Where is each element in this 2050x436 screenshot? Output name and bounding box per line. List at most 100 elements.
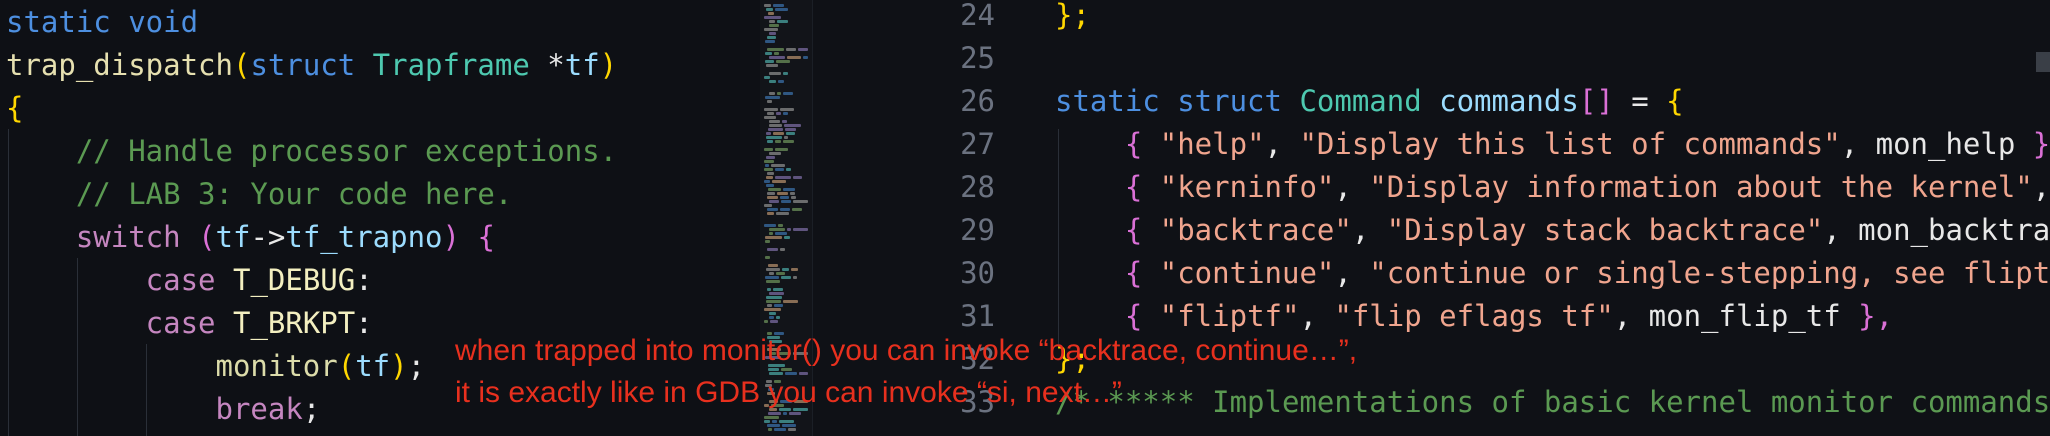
code-line: { "help", "Display this list of commands… bbox=[1055, 123, 2050, 166]
minimap-stroke bbox=[793, 200, 808, 203]
minimap-stroke bbox=[764, 168, 773, 171]
code-token: -> bbox=[250, 220, 286, 254]
minimap-stroke bbox=[775, 168, 784, 171]
code-line: }; bbox=[1055, 0, 1090, 37]
minimap-stroke bbox=[765, 96, 780, 99]
minimap-stroke bbox=[767, 208, 778, 211]
minimap-stroke bbox=[788, 428, 796, 431]
minimap-stroke bbox=[776, 112, 781, 115]
code-token: tf bbox=[355, 349, 391, 383]
code-token: { bbox=[1666, 84, 1684, 118]
minimap-stroke bbox=[773, 132, 784, 135]
code-token: T_DEBUG bbox=[232, 263, 356, 297]
code-token: { bbox=[1055, 127, 1160, 161]
code-token: trap_dispatch bbox=[6, 48, 233, 82]
minimap-stroke bbox=[766, 296, 782, 299]
code-token: struct bbox=[250, 48, 373, 82]
code-token: Command bbox=[1299, 84, 1440, 118]
minimap-stroke bbox=[793, 276, 797, 279]
code-line: break; bbox=[6, 388, 321, 431]
minimap-stroke bbox=[785, 128, 796, 131]
minimap-stroke bbox=[798, 48, 808, 51]
minimap-stroke bbox=[787, 228, 791, 231]
minimap-stroke bbox=[767, 48, 784, 51]
scrollbar-thumb[interactable] bbox=[2036, 52, 2050, 72]
code-token: ( bbox=[337, 349, 356, 383]
minimap-stroke bbox=[775, 148, 788, 151]
minimap-stroke bbox=[783, 112, 788, 115]
minimap-stroke bbox=[765, 60, 774, 63]
code-line: { "continue", "continue or single-steppi… bbox=[1055, 252, 2050, 295]
minimap-stroke bbox=[769, 316, 774, 319]
minimap-stroke bbox=[769, 72, 781, 75]
code-token: }, bbox=[2032, 127, 2050, 161]
minimap-stroke bbox=[768, 128, 783, 131]
minimap-stroke bbox=[783, 92, 793, 95]
code-token: ( bbox=[232, 48, 251, 82]
minimap-stroke bbox=[769, 228, 785, 231]
minimap-stroke bbox=[792, 208, 802, 211]
code-token: }; bbox=[1055, 0, 1090, 32]
code-token: }, bbox=[1858, 299, 1894, 333]
minimap-stroke bbox=[764, 108, 778, 111]
code-line: switch (tf->tf_trapno) { bbox=[6, 216, 495, 259]
minimap-stroke bbox=[769, 56, 785, 59]
minimap-stroke bbox=[767, 100, 772, 103]
minimap-stroke bbox=[767, 196, 778, 199]
line-number: 26 bbox=[960, 84, 995, 118]
minimap-stroke bbox=[786, 48, 796, 51]
minimap-stroke bbox=[764, 148, 773, 151]
code-line: { "backtrace", "Display stack backtrace"… bbox=[1055, 209, 2050, 252]
code-token: case bbox=[6, 263, 233, 297]
minimap-stroke bbox=[769, 272, 774, 275]
minimap-stroke bbox=[764, 76, 770, 79]
minimap-stroke bbox=[769, 20, 775, 23]
minimap-stroke bbox=[803, 56, 808, 59]
minimap-stroke bbox=[764, 16, 781, 19]
code-line: case T_BRKPT: bbox=[6, 302, 373, 345]
code-line: // LAB 3: Your code here. bbox=[6, 173, 513, 216]
minimap-stroke bbox=[765, 240, 770, 243]
code-token: , bbox=[1334, 256, 1370, 290]
code-token: "continue" bbox=[1159, 256, 1335, 290]
minimap-stroke bbox=[765, 236, 782, 239]
minimap-stroke bbox=[769, 232, 773, 235]
minimap-stroke bbox=[767, 424, 780, 427]
code-token: ) bbox=[442, 220, 460, 254]
minimap-stroke bbox=[778, 224, 783, 227]
line-number: 25 bbox=[960, 41, 995, 75]
minimap-stroke bbox=[769, 80, 776, 83]
code-token: * bbox=[547, 48, 565, 82]
minimap-stroke bbox=[776, 272, 785, 275]
code-token: [] bbox=[1578, 84, 1614, 118]
code-line: static void bbox=[6, 1, 198, 44]
minimap-stroke bbox=[769, 120, 780, 123]
minimap-stroke bbox=[764, 416, 779, 419]
minimap-stroke bbox=[767, 192, 775, 195]
minimap-stroke bbox=[764, 28, 778, 31]
minimap-stroke bbox=[776, 212, 789, 215]
code-token: , mon_help bbox=[1840, 127, 2033, 161]
minimap-stroke bbox=[780, 196, 789, 199]
minimap-stroke bbox=[767, 112, 774, 115]
minimap-stroke bbox=[781, 200, 791, 203]
minimap-stroke bbox=[793, 228, 808, 231]
minimap-stroke bbox=[783, 188, 795, 191]
code-token: , bbox=[1334, 170, 1370, 204]
minimap-stroke bbox=[782, 268, 789, 271]
minimap-stroke bbox=[784, 124, 801, 127]
minimap-stroke bbox=[790, 192, 795, 195]
code-token: : bbox=[355, 263, 373, 297]
minimap-stroke bbox=[782, 424, 796, 427]
minimap-stroke bbox=[764, 180, 770, 183]
minimap-stroke bbox=[783, 72, 788, 75]
minimap-stroke bbox=[773, 288, 783, 291]
annotation-text: when trapped into monitor() you can invo… bbox=[455, 330, 1357, 414]
minimap-stroke bbox=[783, 140, 794, 143]
minimap-stroke bbox=[764, 308, 781, 311]
minimap-stroke bbox=[766, 132, 771, 135]
minimap-stroke bbox=[764, 116, 776, 119]
code-token: T_BRKPT bbox=[232, 306, 356, 340]
minimap-stroke bbox=[767, 36, 776, 39]
code-token: { bbox=[1055, 213, 1160, 247]
